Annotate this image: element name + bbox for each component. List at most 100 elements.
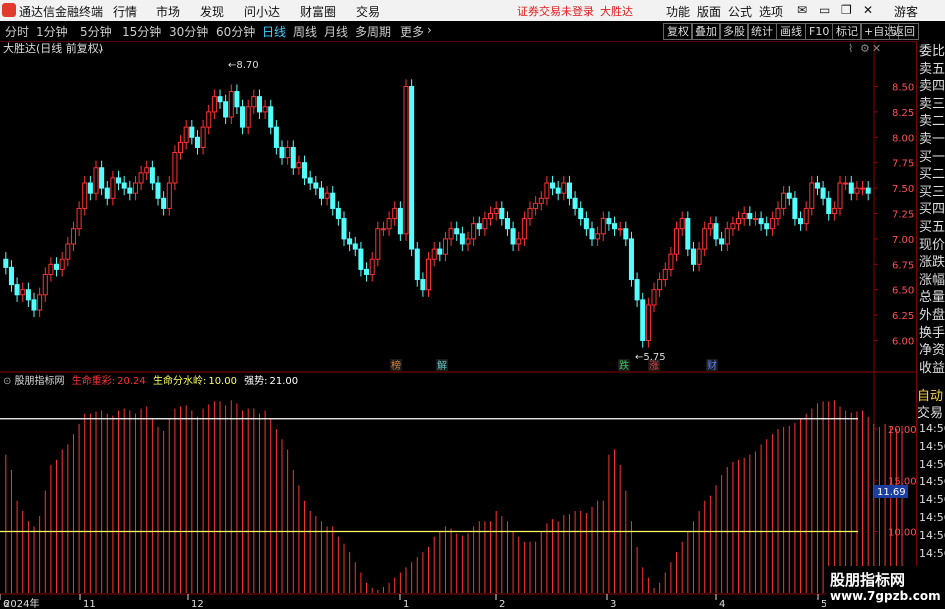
menu-markets[interactable]: 市场	[156, 3, 180, 20]
candle-body	[268, 106, 274, 128]
candle-body	[347, 238, 353, 245]
candle-body	[566, 182, 572, 199]
button-back[interactable]: 返回	[889, 23, 919, 40]
candle-body	[161, 197, 167, 209]
message-icon[interactable]: ✉	[797, 3, 807, 17]
price-tick-label: 7.25	[892, 210, 914, 221]
watermark: 股朋指标网 www.7gpzb.com	[826, 566, 945, 609]
tab-15min[interactable]: 15分钟	[122, 23, 161, 40]
candle-body	[482, 218, 488, 230]
candle-body	[375, 228, 381, 260]
candle-body	[533, 202, 539, 209]
event-badge-label: 榜	[391, 359, 401, 372]
candle-body	[245, 106, 251, 128]
candle-body	[386, 218, 392, 230]
candle-body	[31, 299, 37, 311]
candle-body	[14, 284, 20, 296]
menu-market[interactable]: 行情	[113, 3, 137, 20]
candle-body	[228, 91, 234, 118]
price-tick-label: 7.50	[892, 184, 914, 195]
candle-body	[144, 167, 150, 174]
settings-icon[interactable]: ⚙	[860, 42, 870, 55]
candle-body	[583, 218, 589, 230]
price-chart-area[interactable]: 6.00 6.25 6.50 6.75 7.00 7.25 7.50 7.75 8.00 8.25…	[0, 41, 916, 609]
candle-body	[262, 106, 268, 113]
button-mark[interactable]: 标记	[832, 23, 862, 40]
candle-body	[104, 187, 110, 199]
candle-body	[454, 228, 460, 235]
quote-label: 卖二	[919, 114, 945, 130]
quote-label: 外盘	[919, 307, 945, 323]
event-badge-label: 财	[707, 359, 717, 372]
candle-body	[87, 182, 93, 194]
menu-trade[interactable]: 交易	[356, 3, 380, 20]
date-label: 12	[191, 599, 204, 609]
candle-body	[313, 182, 319, 189]
indicator-settings-icon[interactable]: ⊙	[3, 376, 15, 387]
date-label: 4	[719, 599, 725, 609]
menu-layout[interactable]: 版面	[697, 3, 721, 20]
tab-multi-period[interactable]: 多周期	[355, 23, 391, 40]
candle-body	[865, 187, 871, 194]
button-multi-stock[interactable]: 多股	[719, 23, 749, 40]
tab-30min[interactable]: 30分钟	[169, 23, 208, 40]
title-chevron-icon[interactable]: ⌄	[96, 42, 105, 55]
menu-discover[interactable]: 发现	[200, 3, 224, 20]
candle-body	[634, 279, 640, 301]
candle-body	[504, 218, 510, 230]
button-adjust[interactable]: 复权	[663, 23, 693, 40]
candle-body	[724, 228, 730, 245]
candle-body	[702, 228, 708, 250]
title-menu-bar: 通达信金融终端 行情 市场 发现 问小达 财富圈 交易 证券交易未登录 大胜达 …	[0, 0, 945, 22]
price-axis: 6.00 6.25 6.50 6.75 7.00 7.25 7.50 7.75 8.00 8.25…	[874, 82, 914, 348]
candle-body	[786, 192, 792, 199]
tab-weekly[interactable]: 周线	[293, 23, 317, 40]
candle-body	[149, 167, 155, 184]
quote-label: 卖一	[919, 131, 945, 147]
menu-ask[interactable]: 问小达	[244, 3, 280, 20]
tick-time: 14:56	[919, 510, 945, 524]
tab-tick[interactable]: 分时	[5, 23, 29, 40]
restore-icon[interactable]: ❐	[841, 3, 852, 17]
candle-body	[758, 218, 764, 225]
button-draw[interactable]: 画线	[776, 23, 806, 40]
candle-body	[200, 126, 206, 148]
trade-label[interactable]: 交易	[917, 402, 945, 421]
candle-body	[764, 223, 770, 230]
login-status[interactable]: 证券交易未登录	[517, 3, 594, 19]
menu-function[interactable]: 功能	[666, 3, 690, 20]
candle-body	[335, 207, 341, 220]
tab-daily[interactable]: 日线	[262, 23, 286, 40]
chevron-right-icon[interactable]: ›	[427, 23, 432, 37]
close-panel-icon[interactable]: ✕	[872, 42, 881, 55]
candle-body	[217, 96, 223, 103]
quote-label: 卖三	[919, 96, 945, 112]
cycle-icon[interactable]: ⌇	[848, 42, 853, 55]
tab-1min[interactable]: 1分钟	[36, 23, 68, 40]
menu-wealth[interactable]: 财富圈	[300, 3, 336, 20]
tick-time: 14:56	[919, 528, 945, 542]
menu-formula[interactable]: 公式	[728, 3, 752, 20]
candle-body	[403, 85, 409, 235]
candle-body	[110, 177, 116, 199]
candle-body	[572, 197, 578, 209]
tab-more[interactable]: 更多	[400, 23, 424, 40]
guest-user[interactable]: 游客	[894, 3, 918, 20]
candle-body	[707, 223, 713, 230]
close-icon[interactable]: ✕	[863, 3, 873, 17]
tab-5min[interactable]: 5分钟	[80, 23, 112, 40]
timeframe-toolbar: 分时 1分钟 5分钟 15分钟 30分钟 60分钟 日线 周线 月线 多周期 更…	[0, 21, 945, 42]
candle-body	[696, 248, 702, 265]
quote-label: 买四	[919, 202, 945, 218]
menu-options[interactable]: 选项	[759, 3, 783, 20]
candle-body	[420, 279, 426, 291]
date-label: 3	[610, 599, 616, 609]
tab-60min[interactable]: 60分钟	[216, 23, 255, 40]
button-f10[interactable]: F10	[805, 23, 834, 40]
button-stats[interactable]: 统计	[747, 23, 777, 40]
tab-monthly[interactable]: 月线	[324, 23, 348, 40]
candle-body	[324, 192, 330, 199]
minimize-icon[interactable]: ▭	[819, 3, 830, 17]
button-overlay[interactable]: 叠加	[691, 23, 721, 40]
auto-label[interactable]: 自动	[917, 385, 945, 404]
